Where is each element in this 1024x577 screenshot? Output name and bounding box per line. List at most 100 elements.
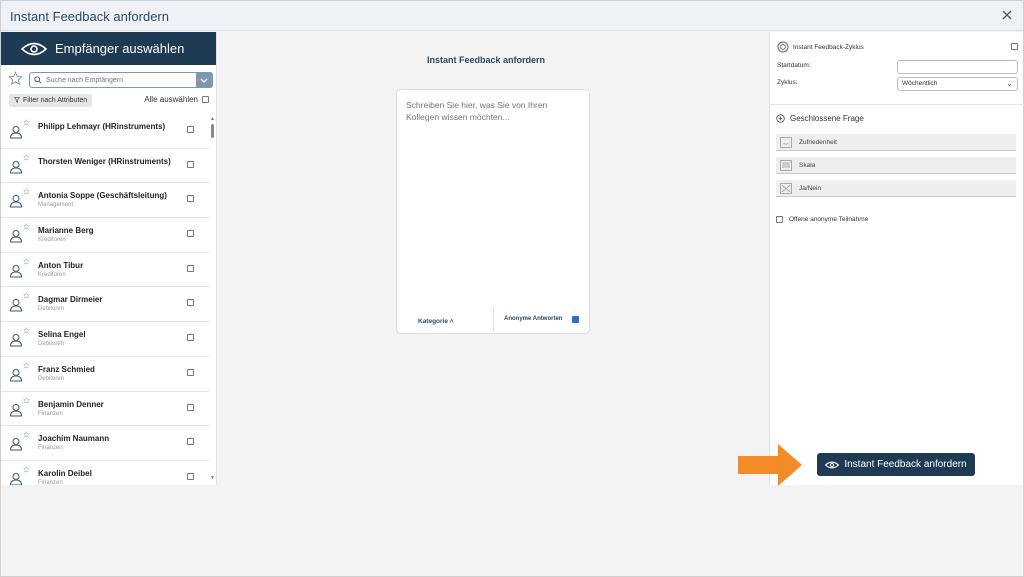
request-feedback-label: Instant Feedback anfordern (844, 459, 967, 470)
cycle-select[interactable]: Wöchentlich ⌄ (897, 77, 1018, 91)
recipient-name: Philipp Lehmayr (HRinstruments) (38, 122, 166, 131)
favorite-star-icon[interactable] (23, 153, 30, 161)
search-dropdown-button[interactable] (196, 73, 212, 87)
filter-row: Filter nach Attributen Alle auswählen (9, 94, 211, 107)
checkmark-icon (573, 323, 579, 328)
person-icon (9, 299, 23, 312)
anonymous-answers-checkbox[interactable] (572, 316, 579, 328)
recipient-name: Karolin Deibel (38, 468, 92, 478)
recipient-search (29, 72, 213, 88)
favorite-star-icon[interactable] (23, 292, 30, 300)
recipient-department: Debitoren (38, 306, 65, 313)
person-icon (9, 195, 23, 208)
request-feedback-button[interactable]: Instant Feedback anfordern (817, 453, 975, 476)
start-date-label: Startdatum: (777, 62, 811, 69)
person-icon (9, 334, 23, 347)
option-scale-label: Skala (799, 162, 816, 169)
compose-title: Instant Feedback anfordern (427, 55, 546, 65)
chevron-down-icon (200, 78, 208, 83)
message-textarea[interactable] (406, 99, 582, 299)
favorite-star-icon[interactable] (23, 431, 30, 438)
favorite-star-icon[interactable] (23, 465, 30, 473)
open-anonymous-checkbox[interactable] (776, 216, 783, 223)
search-input[interactable] (46, 74, 186, 86)
recipient-name: Anton Tibur (38, 260, 84, 270)
recipient-row[interactable]: Joachim Naumann Finanzen (1, 426, 209, 461)
recipient-department: Finanzen (38, 479, 63, 485)
recipient-row[interactable]: Selina Engel Debitoren (1, 322, 209, 357)
recipient-checkbox[interactable] (187, 230, 194, 238)
recipient-row[interactable]: Marianne Berg Kreditoren (1, 218, 209, 253)
favorite-star-icon[interactable] (23, 396, 30, 404)
recipient-row[interactable]: Benjamin Denner Finanzen (1, 392, 209, 427)
recipient-row[interactable]: Karolin Deibel Finanzen (1, 461, 209, 485)
window-title: Instant Feedback anfordern (10, 9, 169, 24)
option-yes-no[interactable]: Ja/Nein (776, 180, 1016, 197)
closed-question-label: Geschlossene Frage (790, 114, 864, 123)
recipient-row[interactable]: Dagmar Dirmeier Debitoren (1, 287, 209, 323)
anonymous-answers-label: Anonyme Antworten (504, 316, 563, 322)
options-panel: Instant Feedback-Zyklus Startdatum: Zykl… (769, 32, 1024, 485)
favorite-star-icon[interactable] (23, 119, 30, 126)
recipient-row[interactable]: Antonia Soppe (Geschäftsleitung) Manageme… (1, 183, 209, 219)
search-icon (34, 76, 42, 84)
recipient-checkbox[interactable] (187, 195, 194, 203)
favorite-star-icon[interactable] (23, 188, 30, 195)
feedback-cycle-label: Instant Feedback-Zyklus (793, 43, 864, 51)
person-icon (9, 403, 23, 416)
recipient-checkbox[interactable] (187, 160, 194, 168)
recipient-list: Philipp Lehmayr (HRinstruments) Thorsten … (1, 114, 209, 485)
favorite-star-icon[interactable] (23, 327, 30, 334)
favorite-star-icon[interactable] (23, 361, 30, 369)
recipient-name: Benjamin Denner (38, 399, 104, 409)
person-icon (9, 438, 23, 451)
filter-attributes-button[interactable]: Filter nach Attributen (9, 94, 93, 107)
recipient-checkbox[interactable] (187, 126, 194, 133)
recipient-name: Franz Schmied (38, 364, 95, 374)
recipient-row[interactable]: Franz Schmied Debitoren (1, 357, 209, 392)
recipient-name: Dagmar Dirmeier (38, 295, 103, 305)
recipient-checkbox[interactable] (187, 299, 194, 307)
favorites-star-icon[interactable] (8, 71, 23, 86)
highlight-arrow-icon (738, 444, 802, 486)
scroll-down-icon[interactable]: ▼ (210, 475, 215, 481)
scroll-thumb[interactable] (211, 124, 214, 138)
close-icon[interactable] (999, 7, 1015, 23)
select-all-checkbox[interactable] (202, 96, 209, 103)
closed-question-toggle[interactable]: Geschlossene Frage (776, 114, 864, 123)
start-date-input[interactable] (897, 60, 1018, 74)
favorite-star-icon[interactable] (23, 223, 30, 230)
compose-area: Instant Feedback anfordern Kategorie ˄ A… (218, 32, 768, 485)
option-satisfaction[interactable]: Zufriedenheit (776, 134, 1016, 151)
cycle-icon (777, 41, 789, 53)
search-row (8, 71, 213, 88)
yes-no-icon (780, 183, 792, 194)
chevron-down-icon: ⌄ (1006, 79, 1013, 88)
funnel-icon (14, 96, 20, 103)
recipient-row[interactable]: Anton Tibur Kreditoren (1, 253, 209, 288)
recipient-panel-title: Empfänger auswählen (55, 41, 185, 56)
person-icon (9, 160, 23, 174)
scroll-up-icon[interactable]: ▲ (210, 116, 215, 122)
select-all-label: Alle auswählen (144, 95, 198, 104)
person-icon (9, 126, 23, 139)
recipient-checkbox[interactable] (187, 472, 194, 480)
recipient-checkbox[interactable] (187, 368, 194, 376)
eye-icon (825, 461, 840, 468)
recipient-row[interactable]: Philipp Lehmayr (HRinstruments) (1, 114, 209, 149)
select-all: Alle auswählen (144, 95, 209, 104)
recipient-row[interactable]: Thorsten Weniger (HRinstruments) (1, 149, 209, 184)
person-icon (9, 264, 23, 278)
recipient-checkbox[interactable] (187, 438, 194, 446)
option-scale[interactable]: Skala (776, 157, 1016, 174)
feedback-cycle-checkbox[interactable] (1011, 43, 1018, 50)
recipient-checkbox[interactable] (187, 264, 194, 272)
smiley-icon (780, 137, 792, 148)
cycle-select-value: Wöchentlich (902, 80, 938, 87)
recipient-checkbox[interactable] (187, 334, 194, 342)
recipient-checkbox[interactable] (187, 403, 194, 411)
eye-icon (21, 42, 47, 55)
favorite-star-icon[interactable] (23, 257, 30, 265)
recipient-list-scrollbar[interactable]: ▲ ▼ (209, 114, 217, 485)
category-toggle[interactable]: Kategorie ˄ (418, 318, 454, 325)
